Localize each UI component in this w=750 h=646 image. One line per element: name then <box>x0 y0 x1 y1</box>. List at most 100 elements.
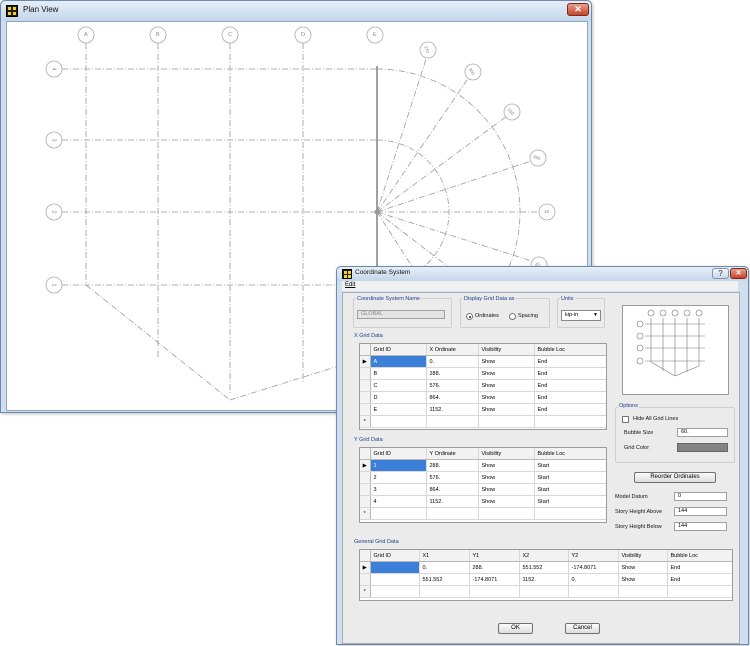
grid-cell[interactable]: End <box>534 391 606 404</box>
radial-line <box>376 115 508 213</box>
grid-cell[interactable]: 551.552 <box>519 561 569 574</box>
model-datum-field[interactable]: 0 <box>674 492 727 501</box>
grid-cell[interactable]: 0. <box>568 573 619 586</box>
col-header[interactable]: X Ordinate <box>426 344 479 356</box>
col-header[interactable]: Bubble Loc <box>534 344 606 356</box>
col-header[interactable]: Visibility <box>478 344 535 356</box>
col-header[interactable]: X2 <box>519 550 569 562</box>
grid-cell[interactable]: End <box>534 403 606 416</box>
ordinates-radio[interactable] <box>466 313 473 320</box>
col-header[interactable]: Bubble Loc <box>534 448 606 460</box>
story-height-below-field[interactable]: 144 <box>674 522 727 531</box>
col-header[interactable]: Grid ID <box>370 550 420 562</box>
col-header[interactable]: Grid ID <box>370 344 427 356</box>
grid-cell[interactable]: Start <box>534 471 606 484</box>
grid-cell[interactable]: Start <box>534 495 606 508</box>
grid-cell[interactable]: 0. <box>419 561 470 574</box>
general-grid-table[interactable]: Grid ID X1 Y1 X2 Y2 Visibility Bubble Lo… <box>359 549 733 601</box>
radial-line <box>376 76 470 213</box>
grid-cell[interactable]: Show <box>618 573 668 586</box>
general-grid-line <box>85 284 231 401</box>
grid-cell[interactable]: 1152. <box>426 495 479 508</box>
x-grid-label: X Grid Data <box>353 333 384 339</box>
grid-cell[interactable]: C <box>370 379 427 392</box>
grid-cell[interactable]: -174.8071 <box>568 561 619 574</box>
grid-cell[interactable]: Show <box>478 471 535 484</box>
close-icon[interactable]: ✕ <box>730 268 747 279</box>
story-height-above-field[interactable]: 144 <box>674 507 727 516</box>
grid-cell[interactable]: 288. <box>426 459 479 472</box>
grid-cell[interactable]: 4 <box>370 495 427 508</box>
grid-cell[interactable]: End <box>667 561 732 574</box>
grid-cell[interactable]: Show <box>478 355 535 368</box>
grid-cell[interactable]: 2 <box>370 471 427 484</box>
grid-cell[interactable]: 1152. <box>519 573 569 586</box>
col-header[interactable]: Y1 <box>469 550 520 562</box>
y-grid-table[interactable]: Grid ID Y Ordinate Visibility Bubble Loc… <box>359 447 607 523</box>
help-icon[interactable]: ? <box>712 268 729 279</box>
col-header[interactable]: Visibility <box>618 550 668 562</box>
col-header[interactable]: X1 <box>419 550 470 562</box>
grid-cell[interactable]: 288. <box>426 367 479 380</box>
grid-cell[interactable]: 864. <box>426 391 479 404</box>
coord-system-name-field[interactable]: GLOBAL <box>357 310 445 319</box>
radial-bubble: 15 <box>544 209 550 214</box>
grid-cell[interactable]: Show <box>478 483 535 496</box>
grid-cell[interactable] <box>370 573 420 586</box>
new-row-icon[interactable]: * <box>360 585 371 598</box>
grid-cell[interactable]: E <box>370 403 427 416</box>
current-row-icon[interactable]: ▶ <box>360 561 371 574</box>
hide-all-grid-lines-checkbox[interactable] <box>622 416 629 423</box>
units-dropdown[interactable]: kip-in ▼ <box>561 310 601 321</box>
col-header[interactable]: Y2 <box>568 550 619 562</box>
current-row-icon[interactable]: ▶ <box>360 355 371 368</box>
grid-cell[interactable]: Show <box>478 379 535 392</box>
grid-cell[interactable] <box>370 561 420 574</box>
grid-cell[interactable]: End <box>667 573 732 586</box>
col-header[interactable]: Bubble Loc <box>667 550 732 562</box>
grid-cell[interactable]: Show <box>478 495 535 508</box>
plan-view-titlebar[interactable]: Plan View ✕ <box>1 1 591 21</box>
menu-edit[interactable]: Edit <box>345 282 355 288</box>
grid-cell[interactable]: D <box>370 391 427 404</box>
ok-button[interactable]: OK <box>498 623 533 634</box>
grid-cell[interactable]: Start <box>534 459 606 472</box>
new-row-icon[interactable]: * <box>360 507 371 520</box>
grid-cell[interactable]: 0. <box>426 355 479 368</box>
grid-cell[interactable]: 288. <box>469 561 520 574</box>
bubble-size-field[interactable]: 60. <box>677 428 728 437</box>
x-grid-table[interactable]: Grid ID X Ordinate Visibility Bubble Loc… <box>359 343 607 430</box>
cancel-button[interactable]: Cancel <box>565 623 600 634</box>
grid-cell[interactable]: End <box>534 355 606 368</box>
grid-cell[interactable]: -174.8071 <box>469 573 520 586</box>
grid-cell[interactable]: 3 <box>370 483 427 496</box>
grid-cell[interactable]: B <box>370 367 427 380</box>
grid-cell[interactable]: Show <box>478 403 535 416</box>
grid-cell[interactable]: Show <box>478 367 535 380</box>
grid-cell[interactable]: A <box>370 355 427 368</box>
close-icon[interactable]: ✕ <box>567 3 589 16</box>
grid-cell[interactable]: Start <box>534 483 606 496</box>
grid-cell[interactable]: 1152. <box>426 403 479 416</box>
grid-cell[interactable]: 576. <box>426 471 479 484</box>
grid-cell[interactable]: End <box>534 379 606 392</box>
grid-cell[interactable]: 1 <box>370 459 427 472</box>
reorder-ordinates-button[interactable]: Reorder Ordinates <box>634 472 716 483</box>
new-row: * <box>360 585 732 598</box>
grid-color-swatch[interactable] <box>677 443 728 452</box>
grid-cell[interactable]: End <box>534 367 606 380</box>
grid-cell[interactable]: Show <box>478 459 535 472</box>
grid-cell[interactable]: 864. <box>426 483 479 496</box>
grid-cell[interactable]: 576. <box>426 379 479 392</box>
grid-cell[interactable]: Show <box>618 561 668 574</box>
grid-cell[interactable]: 551.552 <box>419 573 470 586</box>
grid-cell[interactable]: Show <box>478 391 535 404</box>
dialog-titlebar[interactable]: Coordinate System ? ✕ <box>337 267 748 281</box>
app-grid-icon <box>6 5 18 17</box>
spacing-radio[interactable] <box>509 313 516 320</box>
col-header[interactable]: Visibility <box>478 448 535 460</box>
col-header[interactable]: Y Ordinate <box>426 448 479 460</box>
col-header[interactable]: Grid ID <box>370 448 427 460</box>
current-row-icon[interactable]: ▶ <box>360 459 371 472</box>
new-row-icon[interactable]: * <box>360 415 371 428</box>
